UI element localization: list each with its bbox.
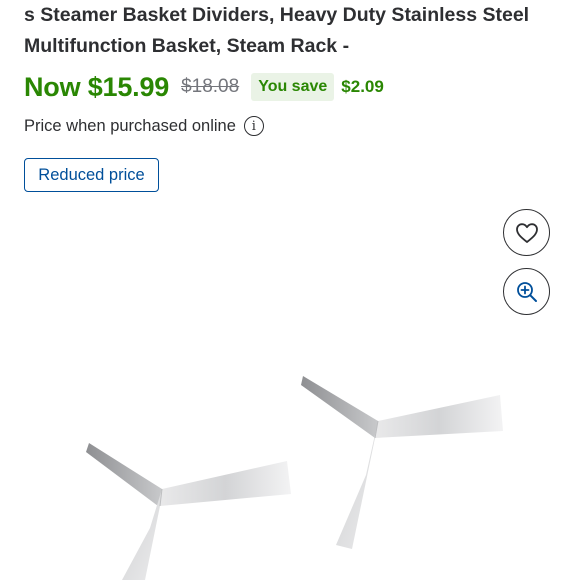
price-note-text: Price when purchased online bbox=[24, 116, 236, 135]
original-price: $18.08 bbox=[181, 76, 240, 97]
current-price: Now $15.99 bbox=[24, 71, 170, 102]
reduced-price-badge: Reduced price bbox=[24, 158, 159, 192]
heart-icon bbox=[515, 222, 538, 243]
you-save-badge: You save bbox=[251, 73, 335, 101]
zoom-in-icon bbox=[516, 281, 537, 302]
info-icon[interactable]: i bbox=[243, 116, 264, 136]
price-note: Price when purchased online i bbox=[24, 114, 264, 138]
price-row: Now $15.99 $18.08 You save $2.09 bbox=[24, 70, 384, 104]
divider-right bbox=[301, 376, 503, 549]
product-image bbox=[86, 376, 503, 580]
product-title: s Steamer Basket Dividers, Heavy Duty St… bbox=[24, 4, 530, 57]
save-amount: $2.09 bbox=[341, 77, 384, 96]
divider-left bbox=[86, 443, 291, 580]
zoom-button[interactable] bbox=[503, 268, 550, 315]
favorite-button[interactable] bbox=[503, 209, 550, 256]
